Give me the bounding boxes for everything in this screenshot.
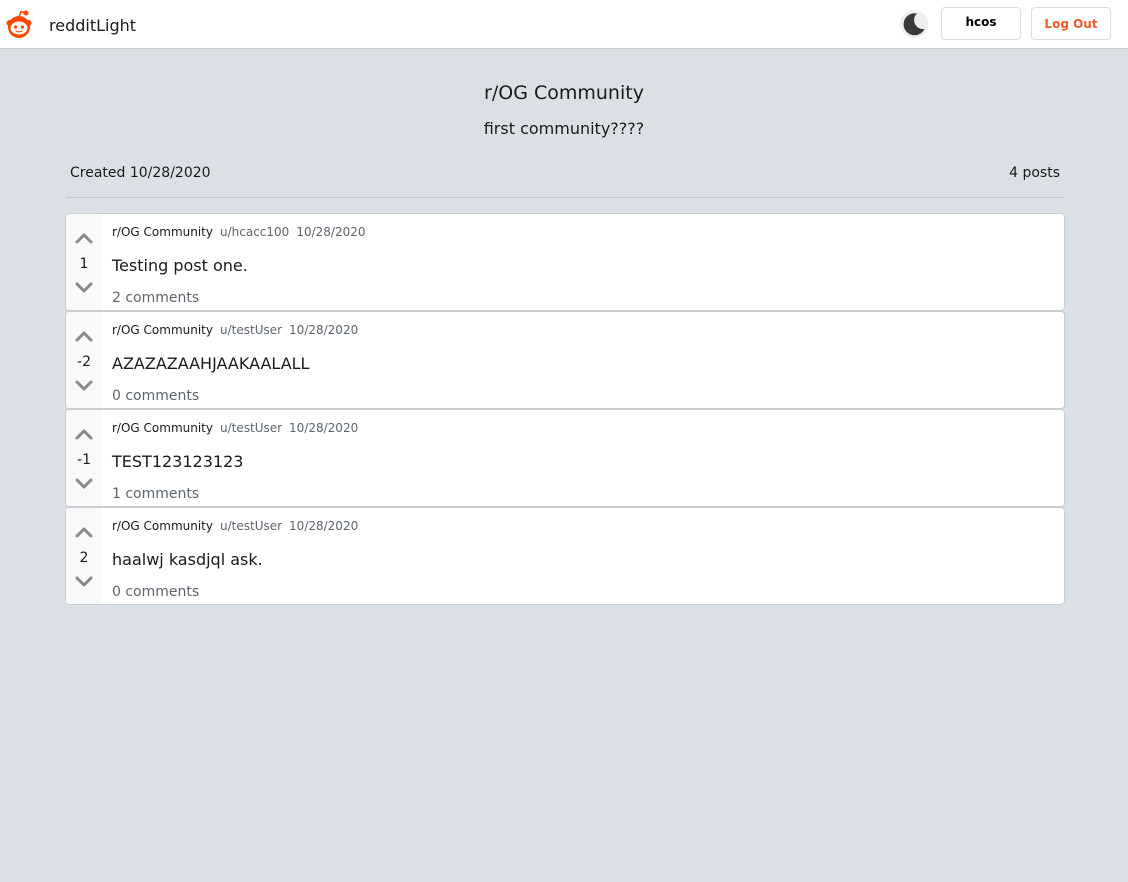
post-card[interactable]: -2 r/OG Community u/testUser 10/28/2020 AZ…: [65, 311, 1065, 409]
navbar: redditLight hcos Log Out: [0, 0, 1128, 49]
post-comments-link[interactable]: 0 comments: [112, 388, 199, 404]
post-comments-link[interactable]: 2 comments: [112, 290, 199, 306]
post-community-link[interactable]: r/OG Community: [112, 519, 213, 533]
vote-bar: 2: [66, 508, 102, 604]
post-date: 10/28/2020: [289, 421, 359, 435]
vote-bar: -1: [66, 410, 102, 506]
post-list: 1 r/OG Community u/hcacc100 10/28/2020 Tes…: [65, 213, 1065, 605]
post-title[interactable]: haalwj kasdjql ask.: [112, 550, 263, 569]
post-community-link[interactable]: r/OG Community: [112, 421, 213, 435]
post-date: 10/28/2020: [289, 519, 359, 533]
vote-score: -2: [77, 354, 91, 370]
post-meta: r/OG Community u/testUser 10/28/2020: [112, 323, 358, 337]
post-comments-link[interactable]: 1 comments: [112, 486, 199, 502]
reddit-alien-icon[interactable]: [3, 8, 35, 40]
brand-title[interactable]: redditLight: [49, 16, 136, 35]
chevron-down-icon[interactable]: [74, 379, 94, 393]
vote-bar: 1: [66, 214, 102, 310]
post-meta: r/OG Community u/testUser 10/28/2020: [112, 421, 358, 435]
chevron-down-icon[interactable]: [74, 575, 94, 589]
logout-button[interactable]: Log Out: [1031, 7, 1111, 40]
divider: [66, 197, 1064, 198]
post-author-link[interactable]: u/hcacc100: [220, 225, 289, 239]
vote-score: 1: [79, 256, 89, 272]
post-date: 10/28/2020: [289, 323, 359, 337]
community-description: first community????: [483, 119, 645, 138]
post-community-link[interactable]: r/OG Community: [112, 323, 213, 337]
post-date: 10/28/2020: [296, 225, 366, 239]
chevron-down-icon[interactable]: [74, 281, 94, 295]
post-comments-link[interactable]: 0 comments: [112, 584, 199, 600]
vote-score: -1: [77, 452, 91, 468]
chevron-down-icon[interactable]: [74, 477, 94, 491]
post-author-link[interactable]: u/testUser: [220, 519, 282, 533]
post-title[interactable]: TEST123123123: [112, 452, 243, 471]
post-title[interactable]: AZAZAZAAHJAAKAALALL: [112, 354, 309, 373]
chevron-up-icon[interactable]: [74, 329, 94, 343]
community-post-count: 4 posts: [1009, 165, 1060, 181]
post-card[interactable]: -1 r/OG Community u/testUser 10/28/2020 TE…: [65, 409, 1065, 507]
chevron-up-icon[interactable]: [74, 427, 94, 441]
post-community-link[interactable]: r/OG Community: [112, 225, 213, 239]
community-title: r/OG Community: [484, 82, 644, 104]
chevron-up-icon[interactable]: [74, 231, 94, 245]
post-title[interactable]: Testing post one.: [112, 256, 248, 275]
post-author-link[interactable]: u/testUser: [220, 421, 282, 435]
chevron-up-icon[interactable]: [74, 525, 94, 539]
user-button[interactable]: hcos: [941, 7, 1021, 40]
community-created-date: Created 10/28/2020: [70, 165, 211, 181]
moon-icon[interactable]: [898, 8, 930, 40]
post-card[interactable]: 1 r/OG Community u/hcacc100 10/28/2020 Tes…: [65, 213, 1065, 311]
vote-bar: -2: [66, 312, 102, 408]
vote-score: 2: [79, 550, 89, 566]
post-meta: r/OG Community u/testUser 10/28/2020: [112, 519, 358, 533]
post-card[interactable]: 2 r/OG Community u/testUser 10/28/2020 haa…: [65, 507, 1065, 605]
post-meta: r/OG Community u/hcacc100 10/28/2020: [112, 225, 365, 239]
post-author-link[interactable]: u/testUser: [220, 323, 282, 337]
